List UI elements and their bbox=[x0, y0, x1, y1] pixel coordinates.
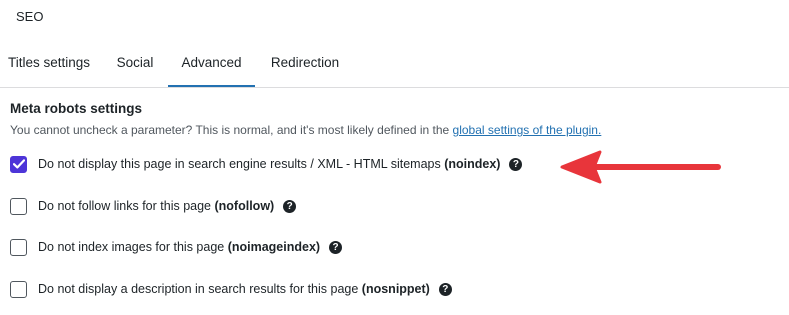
description-text: You cannot uncheck a parameter? This is … bbox=[10, 123, 450, 137]
noindex-checkbox[interactable] bbox=[10, 155, 27, 173]
tab-social[interactable]: Social bbox=[112, 40, 158, 86]
question-circle-icon[interactable]: ? bbox=[438, 282, 452, 296]
noindex-option: Do not display this page in search engin… bbox=[10, 153, 523, 175]
question-circle-icon[interactable]: ? bbox=[329, 240, 343, 254]
nosnippet-checkbox[interactable] bbox=[10, 280, 27, 298]
tab-bar: Titles settings Social Advanced Redirect… bbox=[0, 40, 789, 88]
noimageindex-label: Do not index images for this page (noima… bbox=[38, 240, 321, 254]
noindex-label: Do not display this page in search engin… bbox=[38, 157, 501, 171]
tab-advanced[interactable]: Advanced bbox=[168, 40, 255, 87]
nofollow-checkbox[interactable] bbox=[10, 197, 27, 215]
checkmark-icon bbox=[12, 159, 25, 169]
nosnippet-label: Do not display a description in search r… bbox=[38, 282, 430, 296]
red-arrow-icon bbox=[560, 150, 721, 184]
nofollow-label: Do not follow links for this page (nofol… bbox=[38, 199, 275, 213]
global-settings-link[interactable]: global settings of the plugin. bbox=[453, 123, 602, 137]
panel-title: SEO bbox=[16, 9, 44, 24]
noimageindex-option: Do not index images for this page (noima… bbox=[10, 236, 343, 258]
seo-metabox: SEO Titles settings Social Advanced Redi… bbox=[0, 0, 789, 315]
noimageindex-checkbox[interactable] bbox=[10, 238, 27, 256]
nosnippet-option: Do not display a description in search r… bbox=[10, 278, 452, 300]
question-circle-icon[interactable]: ? bbox=[283, 199, 297, 213]
nofollow-option: Do not follow links for this page (nofol… bbox=[10, 195, 297, 217]
section-description: You cannot uncheck a parameter? This is … bbox=[10, 123, 601, 137]
tab-redirection[interactable]: Redirection bbox=[266, 40, 344, 86]
section-heading: Meta robots settings bbox=[10, 101, 143, 116]
question-circle-icon[interactable]: ? bbox=[509, 157, 523, 171]
tab-titles-settings[interactable]: Titles settings bbox=[0, 40, 98, 86]
